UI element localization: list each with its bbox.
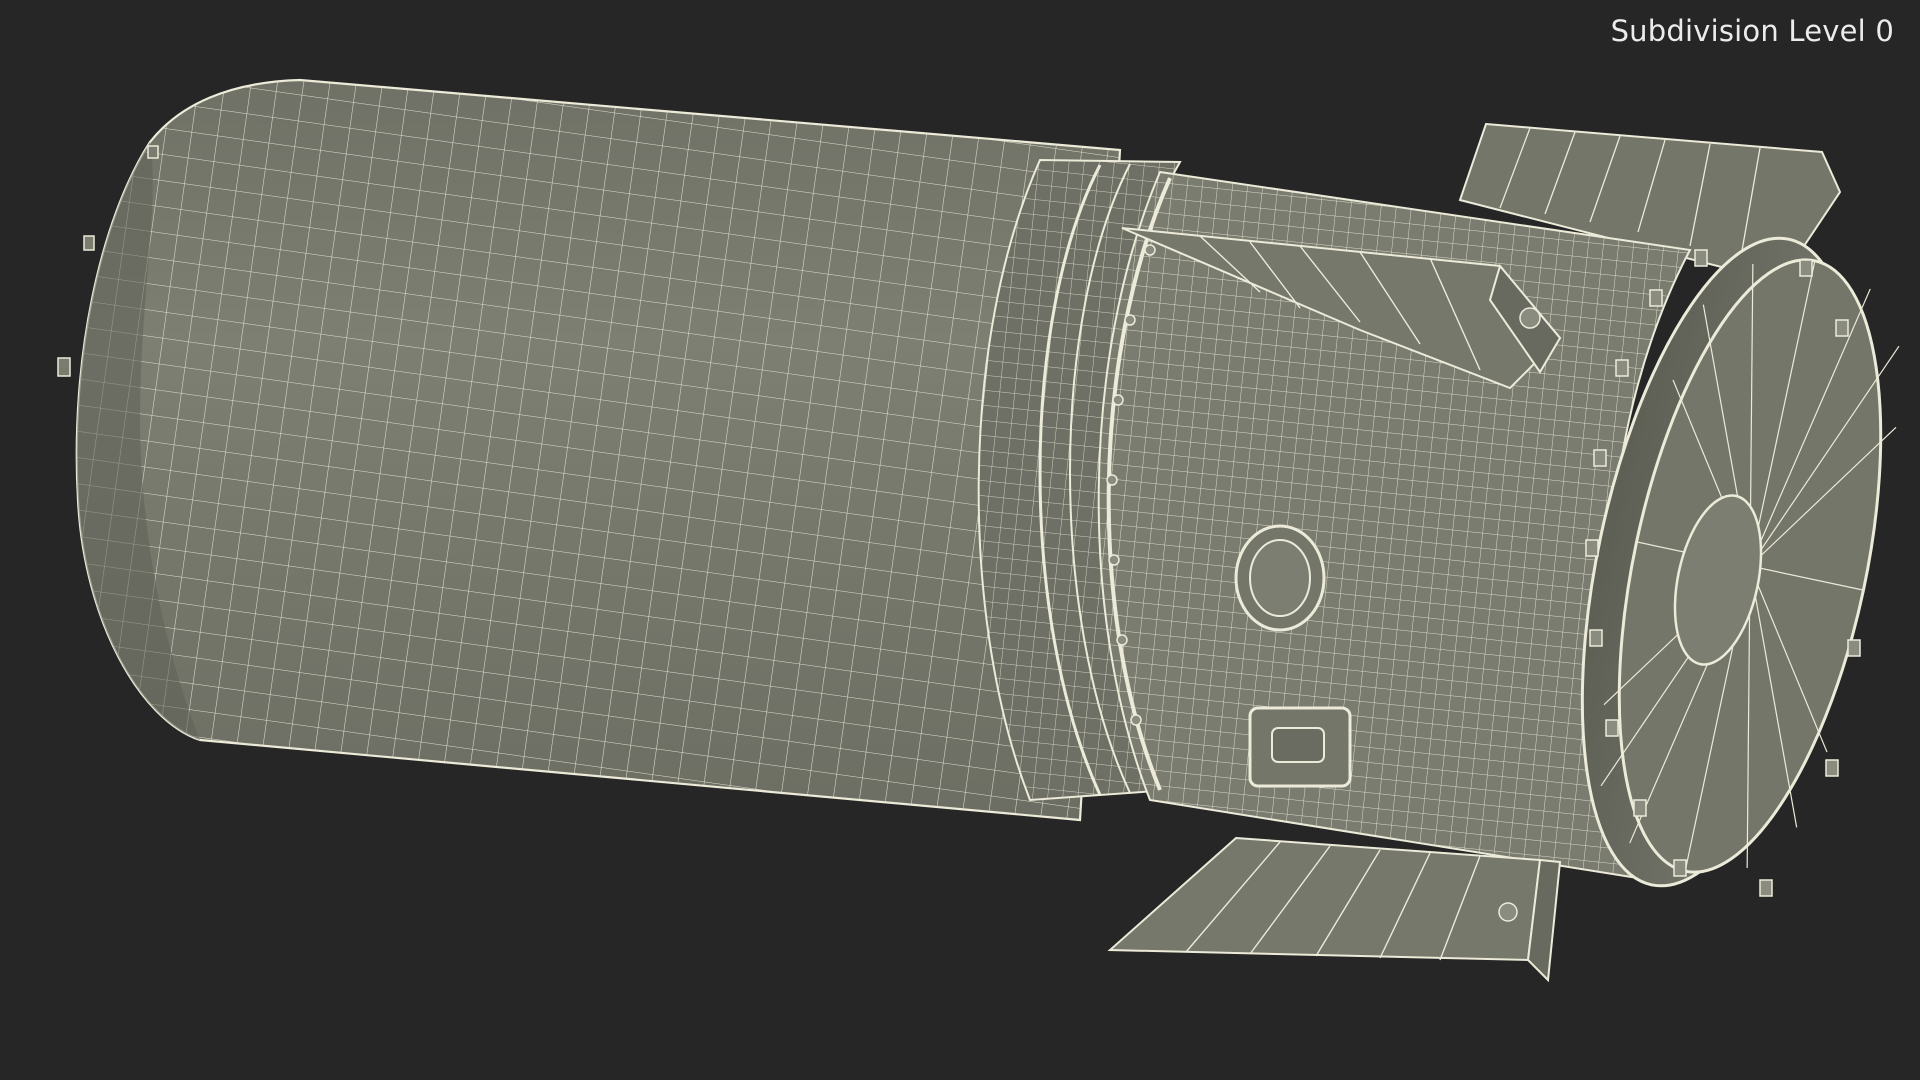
wireframe-model	[57, 78, 1900, 983]
fin-lower	[1107, 836, 1562, 983]
subdivision-level-label: Subdivision Level 0	[1610, 14, 1894, 48]
cylinder-body	[57, 78, 1122, 822]
3d-viewport[interactable]: Subdivision Level 0	[0, 0, 1920, 1080]
